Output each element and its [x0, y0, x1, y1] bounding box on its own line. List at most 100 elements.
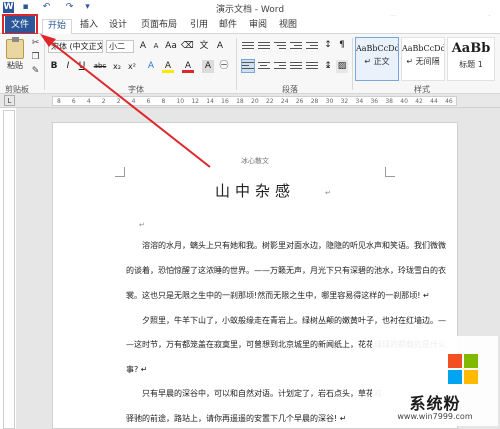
style-sample: AaBbCcDd	[402, 44, 445, 53]
increase-indent-icon[interactable]	[306, 40, 318, 52]
font-color-button[interactable]: A	[182, 60, 194, 73]
copy-icon[interactable]: ❐	[30, 52, 41, 63]
group-divider	[352, 38, 353, 90]
ruler-tick-label: 42	[415, 98, 423, 105]
ruler-tick-label: 20	[251, 98, 259, 105]
superscript-button[interactable]: x²	[126, 60, 138, 73]
page-header: 冰心散文	[241, 157, 269, 165]
subscript-button[interactable]: x₂	[111, 60, 123, 73]
style-name: ↵ 无间隔	[406, 57, 440, 66]
tab-start[interactable]: 开始	[42, 19, 72, 34]
document-title: 山中杂感	[214, 182, 295, 200]
bold-button[interactable]: B	[48, 60, 60, 73]
windows-logo-icon	[448, 354, 478, 384]
paragraph-mark: ↵	[139, 221, 145, 229]
italic-button[interactable]: I	[62, 60, 74, 73]
enclose-character-icon[interactable]: ㊀	[218, 60, 230, 73]
file-tab-highlight-box	[2, 14, 38, 35]
ruler-tick-label: 4	[86, 98, 91, 105]
format-painter-icon[interactable]: ✎	[30, 66, 41, 77]
style-no-spacing[interactable]: AaBbCcDd ↵ 无间隔	[401, 37, 445, 81]
ruler-tick-label: 6	[146, 98, 151, 105]
underline-button[interactable]: U	[76, 60, 88, 73]
character-border-icon[interactable]: A	[214, 40, 226, 53]
phonetic-guide-icon[interactable]: 文	[198, 40, 210, 53]
tab-references[interactable]: 引用	[186, 19, 212, 34]
font-name-box[interactable]: 宋体 (中文正文)	[48, 40, 103, 53]
site-watermark: 系统粉 www.win7999.com	[372, 336, 498, 426]
watermark-url: www.win7999.com	[397, 412, 473, 421]
strikethrough-button[interactable]: abc	[92, 60, 108, 73]
ruler-tick-label: 38	[385, 98, 393, 105]
align-left-button[interactable]	[241, 59, 255, 73]
line-spacing-icon[interactable]: ↨	[322, 60, 334, 73]
ruler-tick-label: 12	[191, 98, 199, 105]
body-line: 夕照里，牛羊下山了，小蚁般缘走在青岩上。绿树丛颠的嫩黄叶子，也衬在红墙边。—	[142, 316, 446, 325]
tab-layout[interactable]: 页面布局	[138, 19, 180, 34]
shading-icon[interactable]: ▨	[336, 60, 348, 73]
sort-icon[interactable]: ↕	[322, 39, 334, 52]
style-normal[interactable]: AaBbCcDd ↵ 正文	[355, 37, 399, 81]
paragraph-mark: ↵	[325, 189, 331, 197]
ruler-bar: L 8 6 4 2 2 4 6 8 10 12 14 16 18 20 22 24 26 28 30 32 34 36 38…	[0, 94, 500, 108]
horizontal-ruler[interactable]: 8 6 4 2 2 4 6 8 10 12 14 16 18 20 22 24 26 28 30 32 34 36 38 40…	[52, 96, 457, 106]
tab-view[interactable]: 视图	[275, 19, 301, 34]
bullets-icon[interactable]	[242, 40, 254, 52]
tab-review[interactable]: 审阅	[245, 19, 271, 34]
ruler-tick-label: 22	[265, 98, 274, 105]
tab-insert[interactable]: 插入	[76, 19, 102, 34]
ruler-tick-label: 44	[430, 98, 438, 105]
tab-design[interactable]: 设计	[105, 19, 131, 34]
cut-icon[interactable]: ✂	[30, 38, 41, 49]
ruler-tick-label: 8	[161, 98, 166, 105]
shrink-font-icon[interactable]: A	[150, 40, 162, 53]
text-effects-icon[interactable]: A	[145, 60, 157, 73]
page-corner-mark	[115, 167, 125, 177]
change-case-icon[interactable]: Aa	[165, 40, 177, 53]
ruler-tick-label: 34	[355, 98, 364, 105]
ruler-tick-label: 24	[280, 98, 289, 105]
clear-format-icon[interactable]: ⌫	[181, 40, 194, 53]
highlight-color-button[interactable]: A	[162, 60, 174, 73]
character-shading-icon[interactable]: A	[202, 60, 214, 73]
ruler-tick-label: 10	[176, 98, 185, 105]
ruler-tick-label: 32	[340, 98, 349, 105]
ruler-tick-label: 2	[116, 98, 121, 105]
align-right-button[interactable]	[274, 60, 286, 72]
paste-icon	[6, 37, 24, 59]
paste-button[interactable]: 粘贴	[3, 37, 27, 75]
numbering-icon[interactable]	[258, 40, 270, 52]
ruler-tick-label: 16	[221, 98, 229, 105]
title-bar: W ▪ ↶ ↷ ▾ 演示文档 - Word	[0, 0, 500, 51]
grow-font-icon[interactable]: A	[137, 40, 149, 53]
ruler-tick-label: 40	[400, 98, 408, 105]
watermark-title: 系统粉	[409, 394, 461, 413]
ribbon-home: 粘贴 ✂ ❐ ✎ 剪贴板 宋体 (中文正文) 小二 A A Aa ⌫ 文 A B…	[0, 34, 500, 94]
show-marks-icon[interactable]: ¶	[336, 39, 348, 52]
body-line: 的谈着，恐怕惊醒了这浓睡的世界。——万籁无声，月光下只有深碧的池水，玲珑雪白的衣	[126, 266, 446, 275]
tab-selector-icon[interactable]: L	[4, 95, 15, 106]
align-center-button[interactable]	[258, 60, 270, 72]
body-line: 裳。这也只是无限之生中的一刹那顷!然而无限之生中，哪里容易得这样的一刹那顷! ↵	[126, 291, 430, 300]
ruler-tick-label: 46	[445, 98, 453, 105]
style-heading-1[interactable]: AaBb 标题 1	[447, 37, 495, 81]
ruler-tick-label: 2	[101, 98, 106, 105]
ruler-tick-label: 18	[236, 98, 244, 105]
distributed-button[interactable]	[306, 60, 318, 72]
ruler-tick-label: 28	[310, 98, 319, 105]
vertical-ruler[interactable]	[3, 110, 15, 429]
group-divider	[44, 38, 45, 90]
multilevel-list-icon[interactable]	[274, 40, 286, 52]
style-name: ↵ 正文	[364, 57, 390, 66]
tab-mailings[interactable]: 邮件	[215, 19, 241, 34]
body-line: 溶溶的水月，螭头上只有她和我。树影里对面水边，隐隐的听见水声和笑语。我们微微	[142, 241, 446, 250]
body-line: 驿驰的前途，路站上，请你再遥遥的安置下几个早晨的深谷! ↵	[126, 414, 347, 423]
justify-button[interactable]	[290, 60, 302, 72]
ruler-tick-label: 36	[370, 98, 379, 105]
body-line: 只有早晨的深谷中，可以和自然对语。计划定了，岩石点头，草花欢	[142, 389, 382, 398]
font-size-box[interactable]: 小二	[106, 40, 134, 53]
ruler-tick-label: 4	[131, 98, 136, 105]
decrease-indent-icon[interactable]	[290, 40, 302, 52]
style-sample: AaBbCcDd	[356, 44, 399, 53]
ribbon-tabs: 文件 开始 插入 设计 页面布局 引用 邮件 审阅 视图	[0, 16, 500, 34]
